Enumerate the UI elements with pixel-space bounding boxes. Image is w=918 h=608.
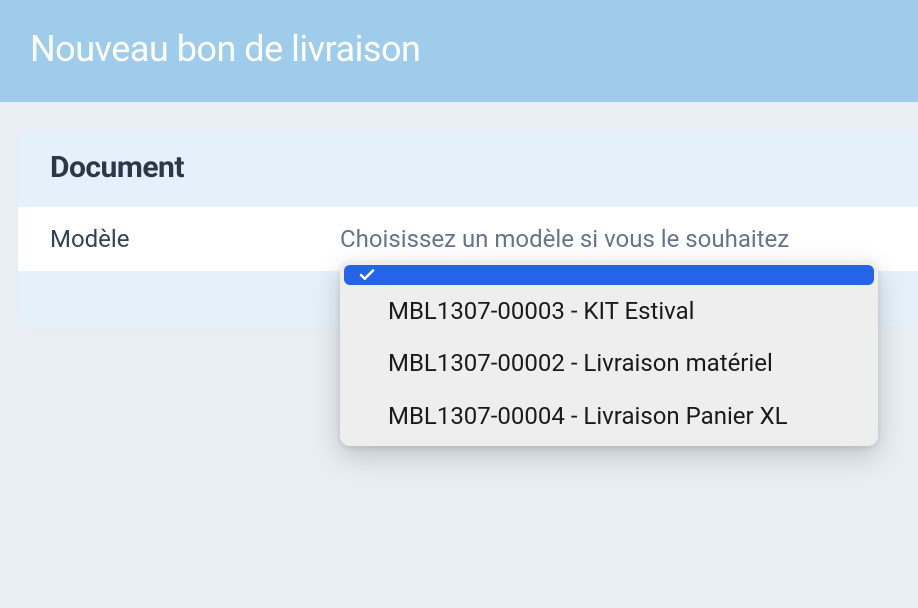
dropdown-option-livraison-panier-xl[interactable]: MBL1307-00004 - Livraison Panier XL — [344, 390, 874, 442]
model-dropdown-trigger[interactable]: Choisissez un modèle si vous le souhaite… — [340, 225, 886, 253]
dropdown-option-empty[interactable] — [344, 265, 874, 285]
document-card: Document Modèle Choisissez un modèle si … — [18, 130, 918, 327]
dropdown-option-label: MBL1307-00003 - KIT Estival — [388, 297, 695, 325]
dropdown-option-kit-estival[interactable]: MBL1307-00003 - KIT Estival — [344, 285, 874, 337]
page-title: Nouveau bon de livraison — [30, 28, 888, 70]
dropdown-option-label: MBL1307-00002 - Livraison matériel — [388, 349, 773, 377]
card-header: Document — [18, 130, 918, 207]
content-area: Document Modèle Choisissez un modèle si … — [0, 102, 918, 327]
model-row: Modèle Choisissez un modèle si vous le s… — [18, 207, 918, 271]
checkmark-icon — [358, 266, 376, 284]
dropdown-option-livraison-materiel[interactable]: MBL1307-00002 - Livraison matériel — [344, 337, 874, 389]
model-dropdown-popup: MBL1307-00003 - KIT Estival MBL1307-0000… — [340, 261, 878, 446]
section-title: Document — [50, 150, 886, 185]
page-header: Nouveau bon de livraison — [0, 0, 918, 102]
model-field: Choisissez un modèle si vous le souhaite… — [340, 225, 886, 253]
model-label: Modèle — [50, 225, 340, 253]
dropdown-option-label: MBL1307-00004 - Livraison Panier XL — [388, 402, 788, 430]
